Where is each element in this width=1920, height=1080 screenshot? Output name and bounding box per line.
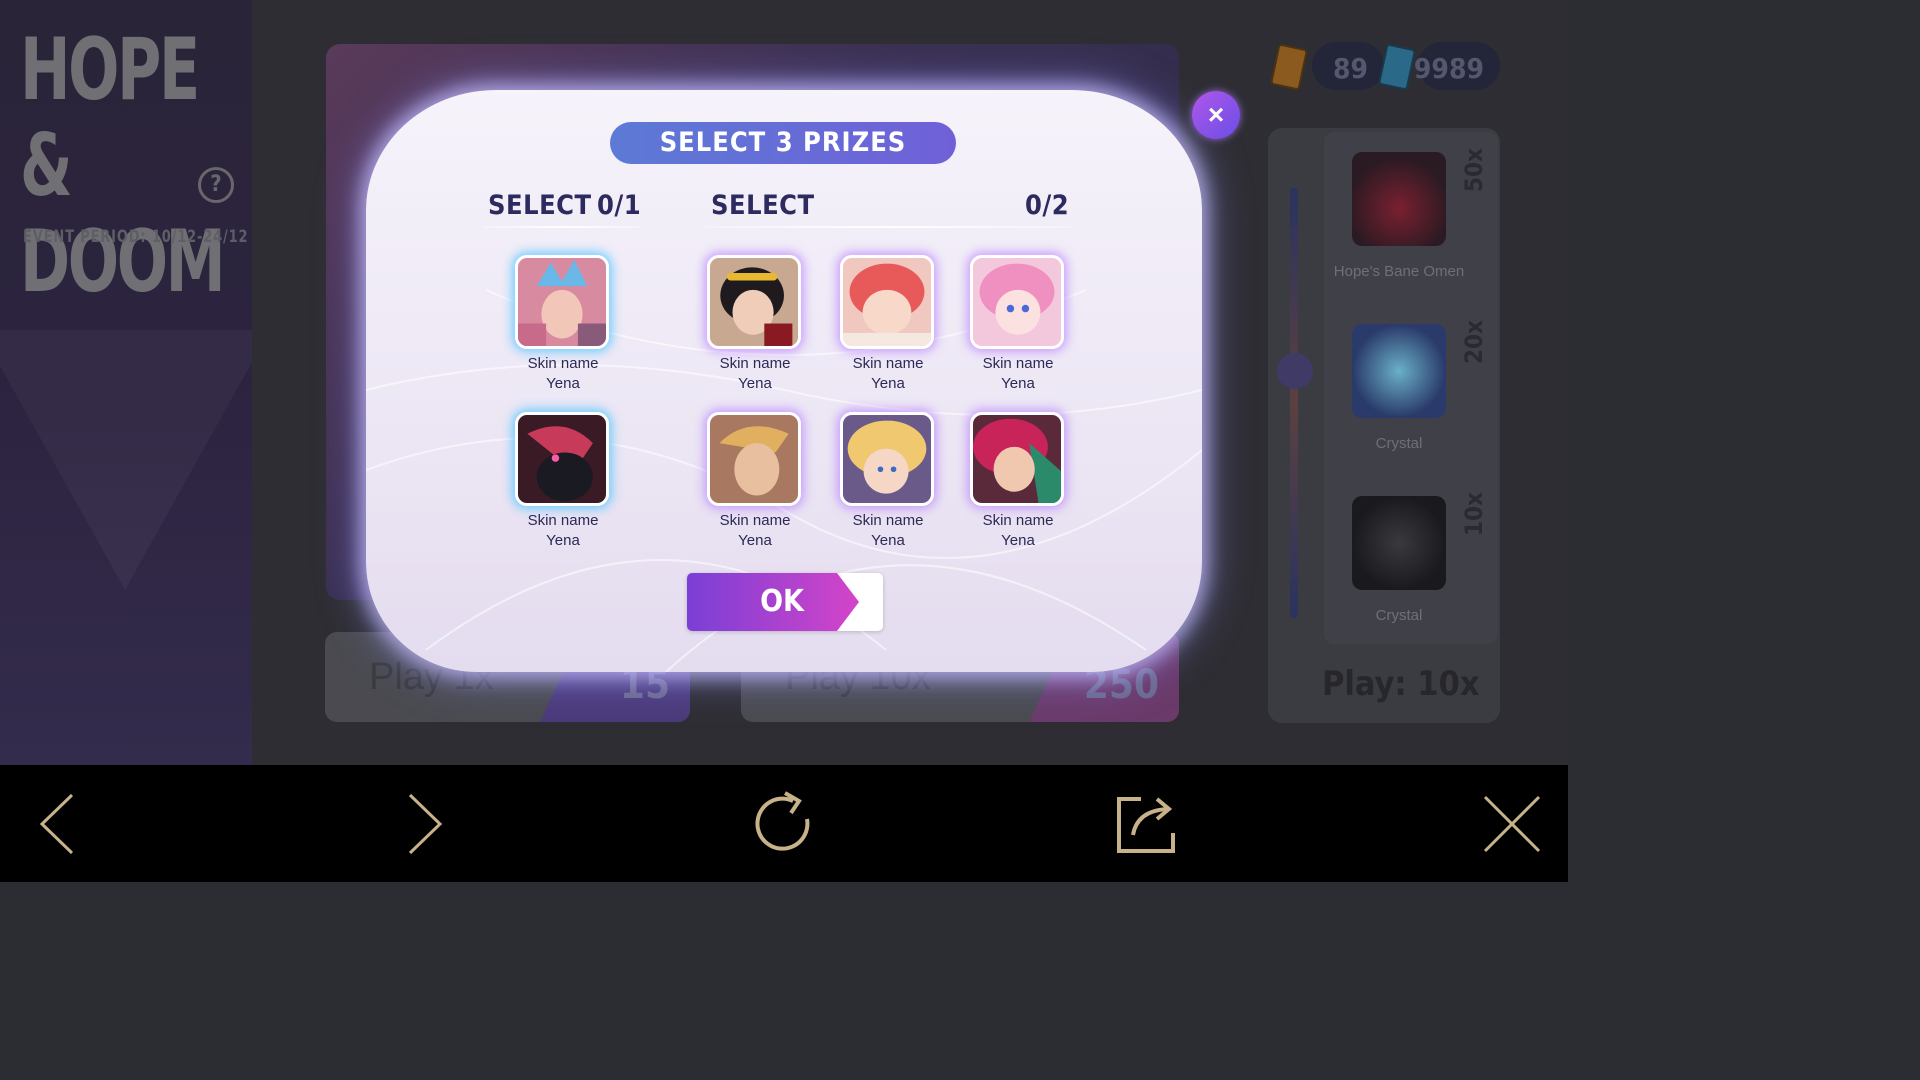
prize-skin-name: Skin name — [527, 355, 599, 372]
share-icon[interactable] — [1111, 789, 1181, 859]
ok-button[interactable]: OK — [687, 573, 883, 631]
prize-hero-name: Yena — [738, 375, 772, 392]
right-select-count: 0/2 — [1025, 190, 1070, 221]
reward-list: Hope's Bane Omen 50x Crystal 20x Crystal… — [1324, 132, 1498, 644]
prize-portrait — [707, 412, 801, 506]
prize-skin-name: Skin name — [719, 512, 791, 529]
event-title: HOPE & DOOM — [20, 20, 226, 312]
close-dialog-button[interactable]: × — [1192, 91, 1240, 139]
event-period: EVENT PERIOD: 10/12-24/12 — [23, 227, 249, 247]
prize-portrait — [707, 255, 801, 349]
prize-item[interactable]: Skin name Yena — [833, 412, 943, 572]
event-panel: HOPE & DOOM ? EVENT PERIOD: 10/12-24/12 — [0, 0, 252, 765]
prize-item[interactable]: Skin name Yena — [700, 255, 810, 415]
right-select-label: SELECT — [711, 190, 815, 221]
ticket-count: 89 — [1332, 52, 1368, 85]
prize-item[interactable]: Skin name Yena — [963, 255, 1073, 415]
divider — [484, 226, 642, 228]
prize-hero-name: Yena — [738, 532, 772, 549]
prize-portrait — [970, 412, 1064, 506]
prize-hero-name: Yena — [1001, 375, 1035, 392]
ticket-counter: 89 — [1312, 42, 1384, 90]
prize-item[interactable]: Skin name Yena — [508, 255, 618, 415]
prize-skin-name: Skin name — [527, 512, 599, 529]
prize-item[interactable]: Skin name Yena — [700, 412, 810, 572]
select-prizes-dialog: SELECT 3 PRIZES SELECT 0/1 SELECT 0/2 Sk… — [366, 90, 1202, 672]
prize-skin-name: Skin name — [982, 355, 1054, 372]
reward-name: Crystal — [1375, 607, 1423, 624]
reward-multiplier: 10x — [1460, 492, 1488, 536]
prize-hero-name: Yena — [1001, 532, 1035, 549]
back-icon[interactable] — [24, 789, 94, 859]
reward-item[interactable]: Crystal 20x — [1324, 304, 1498, 474]
prize-skin-name: Skin name — [852, 512, 924, 529]
diamond-count: 9989 — [1413, 52, 1484, 85]
rewards-panel: Hope's Bane Omen 50x Crystal 20x Crystal… — [1268, 128, 1500, 723]
progress-track — [1290, 188, 1298, 618]
reward-name: Hope's Bane Omen — [1333, 263, 1465, 280]
forward-icon[interactable] — [388, 789, 458, 859]
divider — [704, 226, 1074, 228]
prize-hero-name: Yena — [546, 375, 580, 392]
prize-hero-name: Yena — [871, 375, 905, 392]
progress-marker — [1277, 353, 1313, 389]
reward-multiplier: 20x — [1460, 320, 1488, 364]
play-count: Play: 10x — [1322, 664, 1480, 704]
prize-item[interactable]: Skin name Yena — [833, 255, 943, 415]
prize-skin-name: Skin name — [852, 355, 924, 372]
diamond-counter: 9989 — [1414, 42, 1500, 90]
prize-portrait — [515, 255, 609, 349]
prize-skin-name: Skin name — [982, 512, 1054, 529]
dialog-title: SELECT 3 PRIZES — [610, 122, 956, 164]
decorative-chevron — [0, 330, 252, 590]
ok-button-label: OK — [760, 584, 804, 619]
left-select-count: 0/1 — [597, 190, 642, 221]
help-icon[interactable]: ? — [198, 167, 234, 203]
prize-hero-name: Yena — [546, 532, 580, 549]
prize-hero-name: Yena — [871, 532, 905, 549]
reward-item[interactable]: Crystal 10x — [1324, 476, 1498, 646]
prize-item[interactable]: Skin name Yena — [508, 412, 618, 572]
close-icon[interactable] — [1477, 789, 1547, 859]
prize-skin-name: Skin name — [719, 355, 791, 372]
bottom-navigation-bar — [0, 765, 1568, 882]
prize-portrait — [970, 255, 1064, 349]
reward-multiplier: 50x — [1460, 148, 1488, 192]
prize-portrait — [840, 255, 934, 349]
crystal-icon — [1352, 496, 1446, 590]
reward-icon — [1352, 152, 1446, 246]
prize-portrait — [515, 412, 609, 506]
prize-item[interactable]: Skin name Yena — [963, 412, 1073, 572]
reward-name: Crystal — [1375, 435, 1423, 452]
reward-item[interactable]: Hope's Bane Omen 50x — [1324, 132, 1498, 302]
prize-portrait — [840, 412, 934, 506]
crystal-icon — [1352, 324, 1446, 418]
left-select-label: SELECT — [488, 190, 592, 221]
refresh-icon[interactable] — [749, 789, 819, 859]
